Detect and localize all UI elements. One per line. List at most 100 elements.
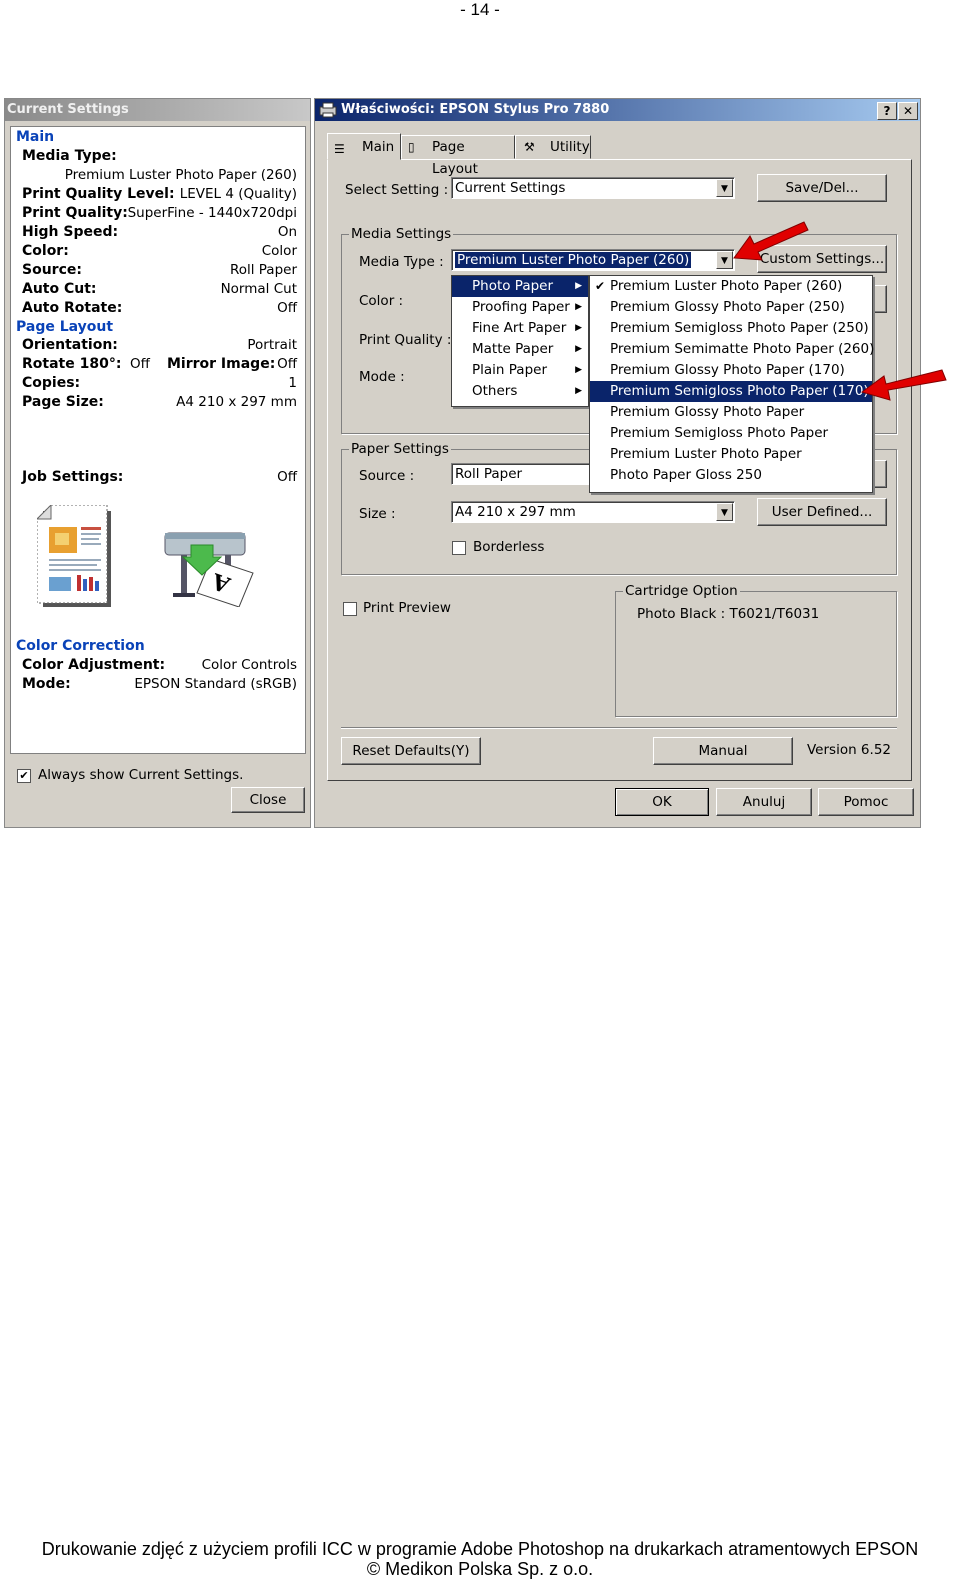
copies-value: 1 (288, 375, 297, 391)
chevron-right-icon: ▶ (575, 344, 582, 354)
cartridge-option-group-label: Cartridge Option (623, 583, 740, 599)
setting-value: Color (261, 243, 297, 259)
page-size-value: A4 210 x 297 mm (176, 394, 297, 410)
chevron-down-icon[interactable]: ▼ (716, 503, 733, 521)
chevron-right-icon: ▶ (575, 386, 582, 396)
ok-button[interactable]: OK (615, 788, 709, 816)
menu-item-paper[interactable]: Premium Glossy Photo Paper (590, 402, 872, 423)
setting-label: Print Quality: (22, 205, 128, 221)
orientation-label: Orientation: (22, 337, 118, 353)
help-button[interactable]: Pomoc (818, 788, 914, 816)
footer-line-1: Drukowanie zdjęć z użyciem profili ICC w… (41, 1539, 919, 1559)
menu-item-photo-paper[interactable]: Photo Paper ▶ (452, 276, 588, 297)
footer-line-2: © Medikon Polska Sp. z o.o. (366, 1559, 594, 1579)
photo-paper-submenu: ✔ Premium Luster Photo Paper (260) Premiu… (589, 275, 874, 493)
menu-item-paper[interactable]: Premium Glossy Photo Paper (250) (590, 297, 872, 318)
select-setting-dropdown[interactable]: Current Settings ▼ (451, 177, 735, 199)
mode-value: EPSON Standard (sRGB) (134, 676, 297, 692)
select-setting-value: Current Settings (455, 180, 566, 196)
menu-item-matte-paper[interactable]: Matte Paper ▶ (452, 339, 588, 360)
media-settings-group-label: Media Settings (349, 226, 454, 242)
main-section-header: Main (16, 129, 55, 145)
setting-value: Normal Cut (220, 281, 297, 297)
setting-value: SuperFine - 1440x720dpi (127, 205, 297, 221)
paper-settings-group-label: Paper Settings (349, 441, 451, 457)
hidden-button-edge[interactable] (871, 460, 887, 488)
setting-value: Off (277, 300, 297, 316)
setting-label: Print Quality Level: (22, 186, 175, 202)
page-size-label: Page Size: (22, 394, 104, 410)
current-settings-window: Current Settings Main Media Type: Premiu… (4, 98, 311, 828)
always-show-checkbox[interactable]: ✔ (17, 769, 31, 783)
save-del-button[interactable]: Save/Del... (757, 174, 887, 202)
close-button[interactable]: Close (231, 787, 305, 813)
printer-properties-dialog: Właściwości: EPSON Stylus Pro 7880 ? ✕ ☰… (314, 98, 921, 828)
chevron-right-icon: ▶ (575, 365, 582, 375)
annotation-arrow-icon (860, 369, 947, 401)
menu-item-others[interactable]: Others ▶ (452, 381, 588, 402)
setting-label: Color: (22, 243, 69, 259)
close-icon[interactable]: ✕ (898, 102, 918, 120)
page-layout-tab-icon: ▯ (408, 140, 415, 154)
menu-item-fine-art-paper[interactable]: Fine Art Paper ▶ (452, 318, 588, 339)
color-adjustment-value: Color Controls (201, 657, 297, 673)
size-label: Size : (359, 506, 396, 522)
chevron-right-icon: ▶ (575, 302, 582, 312)
help-icon[interactable]: ? (877, 102, 897, 120)
mirror-label: Mirror Image: (167, 356, 276, 372)
dialog-title-bar: Właściwości: EPSON Stylus Pro 7880 ? ✕ (315, 99, 920, 121)
reset-defaults-button[interactable]: Reset Defaults(Y) (341, 737, 481, 765)
tab-utility-label: Utility (550, 139, 590, 155)
hidden-button-edge[interactable] (871, 285, 887, 313)
color-correction-section-header: Color Correction (16, 638, 145, 654)
print-preview-checkbox[interactable] (343, 602, 357, 616)
always-show-label: Always show Current Settings. (38, 767, 244, 783)
cancel-button[interactable]: Anuluj (716, 788, 812, 816)
user-defined-button[interactable]: User Defined... (757, 498, 887, 526)
tab-utility[interactable]: ⚒ Utility (515, 135, 591, 159)
menu-item-plain-paper[interactable]: Plain Paper ▶ (452, 360, 588, 381)
checkmark-icon: ✔ (595, 279, 606, 293)
tab-page-layout[interactable]: ▯ Page Layout (401, 135, 515, 177)
setting-label: Auto Cut: (22, 281, 97, 297)
job-settings-label: Job Settings: (22, 469, 124, 485)
tab-main[interactable]: ☰ Main (327, 133, 401, 160)
menu-item-paper[interactable]: Photo Paper Gloss 250 (590, 465, 872, 486)
tab-main-label: Main (362, 139, 395, 155)
menu-item-paper[interactable]: Premium Semigloss Photo Paper (250) (590, 318, 872, 339)
media-type-dropdown[interactable]: Premium Luster Photo Paper (260) ▼ (451, 249, 735, 271)
manual-button[interactable]: Manual (653, 737, 793, 765)
setting-label: High Speed: (22, 224, 119, 240)
print-quality-label: Print Quality : (359, 332, 452, 348)
media-type-value: Premium Luster Photo Paper (260) (455, 252, 692, 268)
media-category-menu: Photo Paper ▶ Proofing Paper ▶ Fine Art Pa… (451, 275, 589, 407)
chevron-down-icon[interactable]: ▼ (716, 179, 733, 197)
current-settings-title: Current Settings (5, 99, 310, 121)
setting-value: LEVEL 4 (Quality) (179, 186, 297, 202)
dialog-title: Właściwości: EPSON Stylus Pro 7880 (341, 102, 610, 117)
document-preview-icon (35, 503, 113, 609)
menu-item-paper[interactable]: Premium Luster Photo Paper (590, 444, 872, 465)
menu-item-paper[interactable]: Premium Glossy Photo Paper (170) (590, 360, 872, 381)
borderless-checkbox[interactable] (452, 541, 466, 555)
separator (341, 727, 897, 729)
main-tab-icon: ☰ (334, 142, 345, 156)
menu-item-proofing-paper[interactable]: Proofing Paper ▶ (452, 297, 588, 318)
source-label: Source : (359, 468, 415, 484)
chevron-right-icon: ▶ (575, 323, 582, 333)
chevron-right-icon: ▶ (575, 281, 582, 291)
color-label: Color : (359, 293, 404, 309)
rotate-value: Off (130, 356, 150, 372)
page-number: - 14 - (460, 0, 500, 19)
document-footer: Drukowanie zdjęć z użyciem profili ICC w… (0, 1539, 960, 1579)
rotate-label: Rotate 180°: (22, 356, 122, 372)
menu-item-paper-selected[interactable]: Premium Semigloss Photo Paper (170) (590, 381, 872, 402)
setting-label: Source: (22, 262, 82, 278)
printer-icon: A (161, 515, 261, 608)
menu-item-paper[interactable]: ✔ Premium Luster Photo Paper (260) (590, 276, 872, 297)
size-dropdown[interactable]: A4 210 x 297 mm ▼ (451, 501, 735, 523)
menu-item-paper[interactable]: Premium Semigloss Photo Paper (590, 423, 872, 444)
orientation-value: Portrait (247, 337, 297, 353)
version-text: Version 6.52 (807, 742, 891, 758)
menu-item-paper[interactable]: Premium Semimatte Photo Paper (260) (590, 339, 874, 360)
